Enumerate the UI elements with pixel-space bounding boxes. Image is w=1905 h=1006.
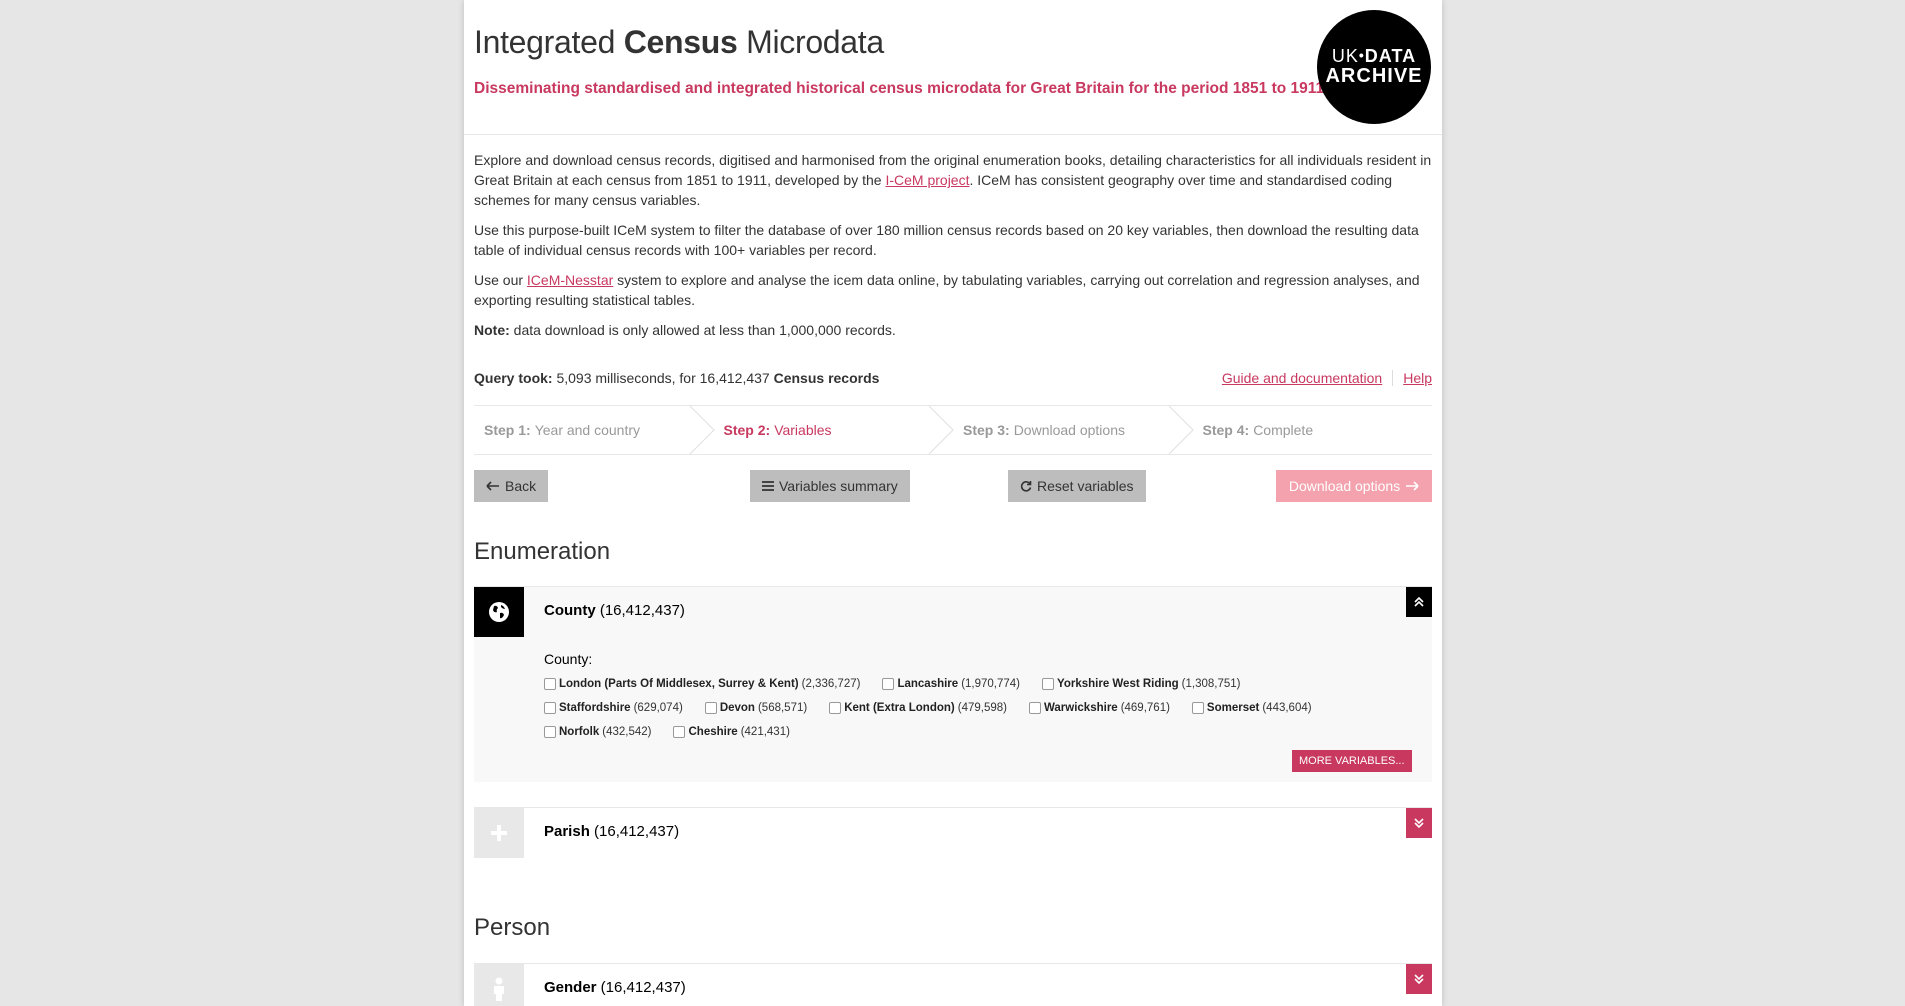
county-option[interactable]: Norfolk (432,542): [544, 726, 651, 738]
uk-data-archive-logo[interactable]: UK•DATA ARCHIVE: [1317, 10, 1431, 124]
county-checkbox-row-3: Norfolk (432,542) Cheshire (421,431): [544, 726, 812, 738]
county-option[interactable]: Devon (568,571): [704, 702, 807, 714]
icem-project-link[interactable]: I-CeM project: [885, 172, 969, 188]
county-title[interactable]: County (16,412,437): [544, 602, 685, 619]
step-chevron-icon: [928, 406, 954, 454]
intro-paragraph-2: Use this purpose-built ICeM system to fi…: [474, 222, 1419, 258]
checkbox[interactable]: [673, 726, 686, 738]
expand-button[interactable]: [1406, 964, 1432, 994]
chevron-double-up-icon: [1414, 596, 1424, 607]
list-icon: [762, 481, 774, 491]
step-1[interactable]: Step 1: Year and country: [474, 406, 715, 454]
intro-text: Explore and download census records, dig…: [474, 150, 1434, 350]
step-3[interactable]: Step 3: Download options: [953, 406, 1194, 454]
person-icon[interactable]: [474, 964, 524, 1006]
arrow-right-icon: [1406, 481, 1419, 491]
step-4[interactable]: Step 4: Complete: [1193, 406, 1433, 454]
top-links: Guide and documentation Help: [1222, 370, 1432, 386]
checkbox[interactable]: [1028, 702, 1041, 714]
section-title-person: Person: [474, 914, 551, 941]
county-checkbox-row-1: London (Parts Of Middlesex, Surrey & Ken…: [544, 678, 1262, 690]
county-option[interactable]: Cheshire (421,431): [673, 726, 790, 738]
county-option[interactable]: London (Parts Of Middlesex, Surrey & Ken…: [544, 678, 860, 690]
parish-title[interactable]: Parish (16,412,437): [544, 823, 679, 840]
county-checkbox-row-2: Staffordshire (629,074) Devon (568,571) Ke…: [544, 702, 1334, 714]
intro-paragraph-3: Use our ICeM-Nesstar system to explore a…: [474, 272, 1420, 308]
step-chevron-icon: [689, 406, 715, 454]
county-label: County:: [544, 651, 593, 667]
plus-icon[interactable]: [474, 808, 524, 858]
checkbox[interactable]: [1042, 678, 1055, 690]
page-subtitle: Disseminating standardised and integrate…: [474, 80, 1329, 97]
checkbox[interactable]: [544, 678, 556, 690]
step-2[interactable]: Step 2: Variables: [714, 406, 954, 454]
section-title-enumeration: Enumeration: [474, 538, 611, 565]
county-option[interactable]: Kent (Extra London) (479,598): [829, 702, 1007, 714]
icem-nesstar-link[interactable]: ICeM-Nesstar: [527, 272, 613, 288]
page-title: Integrated Census Microdata: [474, 24, 884, 60]
county-panel: County (16,412,437) County: London (Part…: [474, 586, 1432, 782]
variables-summary-button[interactable]: Variables summary: [750, 470, 910, 502]
expand-button[interactable]: [1406, 808, 1432, 838]
link-divider: [1392, 370, 1394, 386]
checkbox[interactable]: [1191, 702, 1204, 714]
gender-title[interactable]: Gender (16,412,437): [544, 979, 686, 996]
county-option[interactable]: Warwickshire (469,761): [1028, 702, 1170, 714]
intro-paragraph-1: Explore and download census records, dig…: [474, 152, 1432, 208]
checkbox[interactable]: [704, 702, 717, 714]
county-option[interactable]: Yorkshire West Riding (1,308,751): [1042, 678, 1240, 690]
checkbox[interactable]: [882, 678, 895, 690]
county-option[interactable]: Staffordshire (629,074): [544, 702, 683, 714]
chevron-double-down-icon: [1414, 974, 1424, 985]
help-link[interactable]: Help: [1403, 370, 1432, 386]
header: Integrated Census Microdata Disseminatin…: [464, 0, 1442, 135]
collapse-button[interactable]: [1406, 587, 1432, 617]
more-variables-button[interactable]: MORE VARIABLES...: [1292, 750, 1412, 772]
query-stats: Query took: 5,093 milliseconds, for 16,4…: [474, 370, 880, 386]
parish-panel: Parish (16,412,437): [474, 807, 1432, 859]
gender-panel: Gender (16,412,437): [474, 963, 1432, 1006]
county-option[interactable]: Lancashire (1,970,774): [882, 678, 1020, 690]
checkbox[interactable]: [544, 702, 556, 714]
page-container: Integrated Census Microdata Disseminatin…: [464, 0, 1442, 1006]
globe-icon: [474, 587, 524, 637]
guide-link[interactable]: Guide and documentation: [1222, 370, 1382, 386]
step-chevron-icon: [1168, 406, 1194, 454]
county-option[interactable]: Somerset (443,604): [1191, 702, 1312, 714]
reset-variables-button[interactable]: Reset variables: [1008, 470, 1146, 502]
checkbox[interactable]: [829, 702, 842, 714]
chevron-double-down-icon: [1414, 818, 1424, 829]
back-button[interactable]: Back: [474, 470, 549, 502]
arrow-left-icon: [486, 481, 499, 491]
intro-note: Note: data download is only allowed at l…: [474, 322, 896, 338]
download-options-button[interactable]: Download options: [1276, 470, 1432, 502]
refresh-icon: [1020, 481, 1032, 492]
step-progress: Step 1: Year and country Step 2: Variables…: [474, 405, 1432, 455]
checkbox[interactable]: [544, 726, 556, 738]
